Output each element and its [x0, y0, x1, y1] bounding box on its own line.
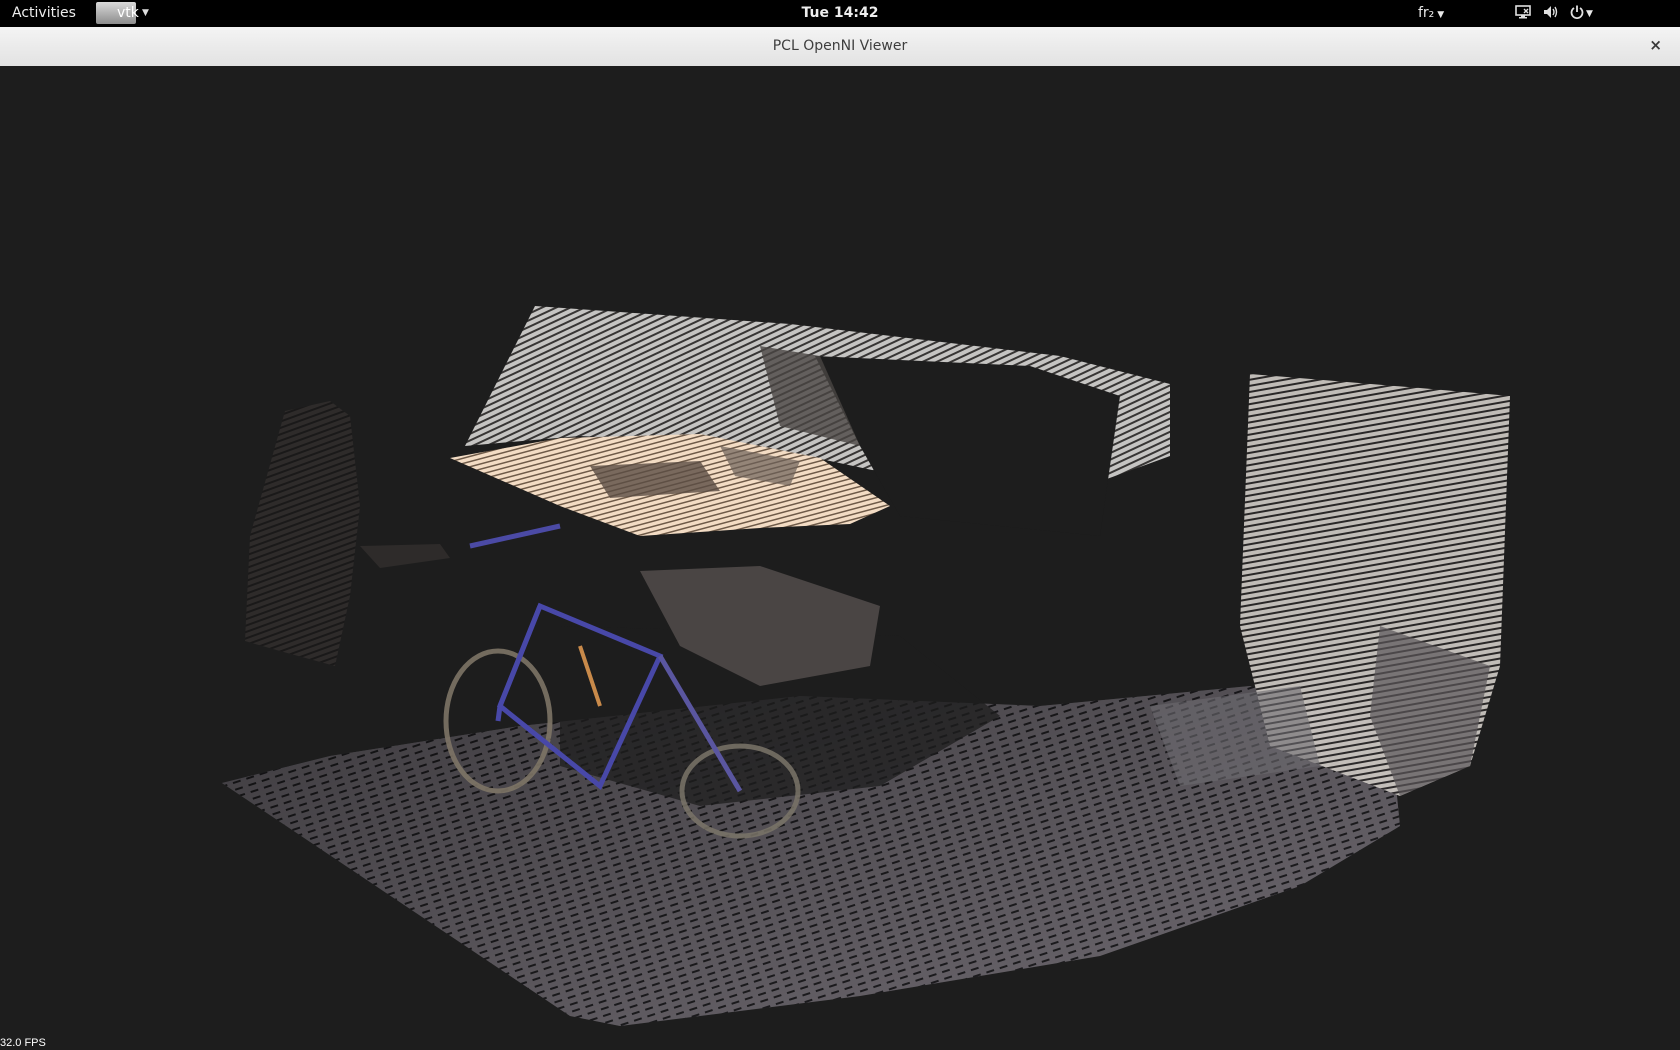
keyboard-layout-indicator[interactable]: fr₂ ▼	[1418, 5, 1444, 21]
point-cloud-viewport[interactable]	[0, 66, 1680, 1050]
chevron-down-icon: ▼	[1586, 9, 1593, 19]
status-area[interactable]: fr₂ ▼ ▼	[1390, 0, 1680, 27]
power-icon[interactable]	[1570, 5, 1584, 23]
top-bar: Activities vtk ▼ Tue 14:42 fr₂ ▼ ▼	[0, 0, 1680, 27]
point-cloud-render	[222, 306, 1510, 1026]
chevron-down-icon: ▼	[1437, 10, 1445, 20]
volume-icon[interactable]	[1543, 5, 1559, 23]
window-title: PCL OpenNI Viewer	[772, 38, 908, 54]
network-icon[interactable]	[1515, 5, 1531, 23]
chair-points	[245, 401, 360, 666]
close-icon[interactable]: ×	[1649, 36, 1662, 54]
fps-counter: 32.0 FPS	[0, 1037, 46, 1049]
keyboard-layout-label: fr₂	[1418, 5, 1435, 21]
window-titlebar[interactable]: PCL OpenNI Viewer ×	[0, 27, 1680, 67]
